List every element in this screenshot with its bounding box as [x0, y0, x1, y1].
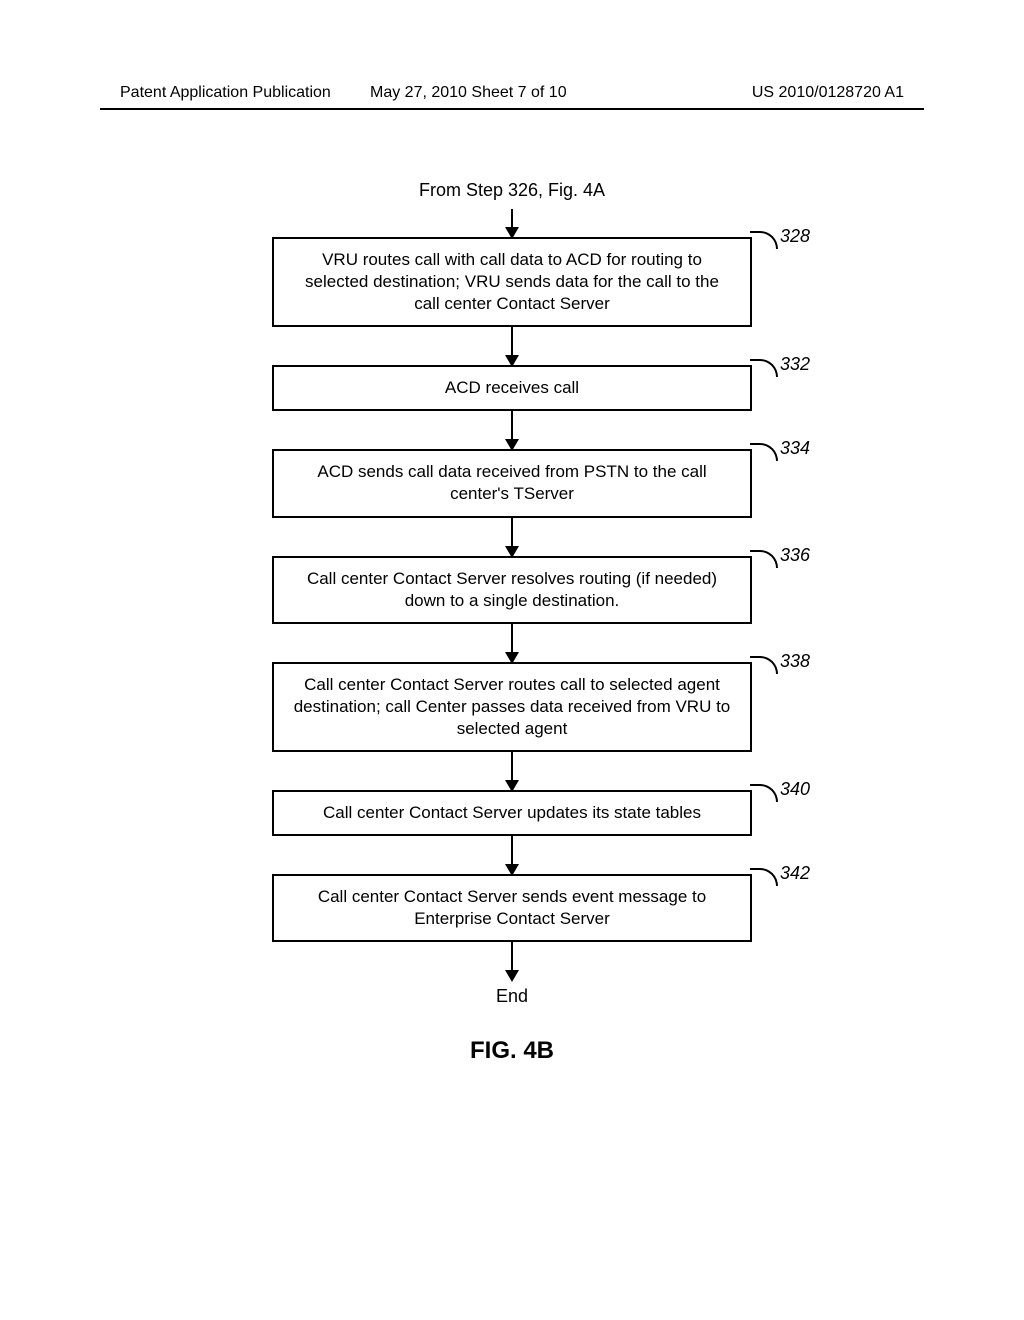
arrow-icon	[511, 624, 513, 662]
header-center: May 27, 2010 Sheet 7 of 10	[370, 84, 567, 102]
arrow-icon	[511, 752, 513, 790]
arrow-icon	[511, 411, 513, 449]
step-box-334: ACD sends call data received from PSTN t…	[272, 449, 752, 517]
header-divider	[100, 108, 924, 110]
ref-curve	[750, 784, 778, 802]
header-right: US 2010/0128720 A1	[752, 84, 904, 102]
ref-curve	[750, 443, 778, 461]
step-box-336: Call center Contact Server resolves rout…	[272, 556, 752, 624]
step-box-340: Call center Contact Server updates its s…	[272, 790, 752, 836]
arrow-icon	[511, 327, 513, 365]
ref-number: 338	[780, 650, 810, 673]
ref-curve	[750, 656, 778, 674]
step-text: ACD receives call	[445, 378, 579, 397]
ref-curve	[750, 231, 778, 249]
arrow-icon	[511, 209, 513, 237]
ref-curve	[750, 359, 778, 377]
ref-number: 332	[780, 353, 810, 376]
ref-number: 336	[780, 544, 810, 567]
start-label: From Step 326, Fig. 4A	[212, 180, 812, 201]
ref-number: 342	[780, 862, 810, 885]
end-label: End	[212, 986, 812, 1007]
step-text: Call center Contact Server updates its s…	[323, 803, 701, 822]
arrow-icon	[511, 836, 513, 874]
step-text: Call center Contact Server sends event m…	[318, 887, 706, 928]
step-text: Call center Contact Server resolves rout…	[307, 569, 717, 610]
arrow-icon	[511, 518, 513, 556]
step-box-342: Call center Contact Server sends event m…	[272, 874, 752, 942]
step-box-332: ACD receives call 332	[272, 365, 752, 411]
ref-curve	[750, 550, 778, 568]
flowchart: From Step 326, Fig. 4A VRU routes call w…	[212, 180, 812, 1065]
header-left: Patent Application Publication	[120, 84, 331, 102]
ref-number: 328	[780, 225, 810, 248]
ref-number: 334	[780, 437, 810, 460]
ref-number: 340	[780, 778, 810, 801]
page-header: Patent Application Publication May 27, 2…	[0, 84, 1024, 102]
ref-curve	[750, 868, 778, 886]
step-box-338: Call center Contact Server routes call t…	[272, 662, 752, 752]
step-text: VRU routes call with call data to ACD fo…	[305, 250, 719, 313]
arrow-icon	[511, 942, 513, 980]
figure-label: FIG. 4B	[212, 1037, 812, 1065]
step-text: ACD sends call data received from PSTN t…	[317, 462, 706, 503]
step-box-328: VRU routes call with call data to ACD fo…	[272, 237, 752, 327]
step-text: Call center Contact Server routes call t…	[294, 675, 731, 738]
